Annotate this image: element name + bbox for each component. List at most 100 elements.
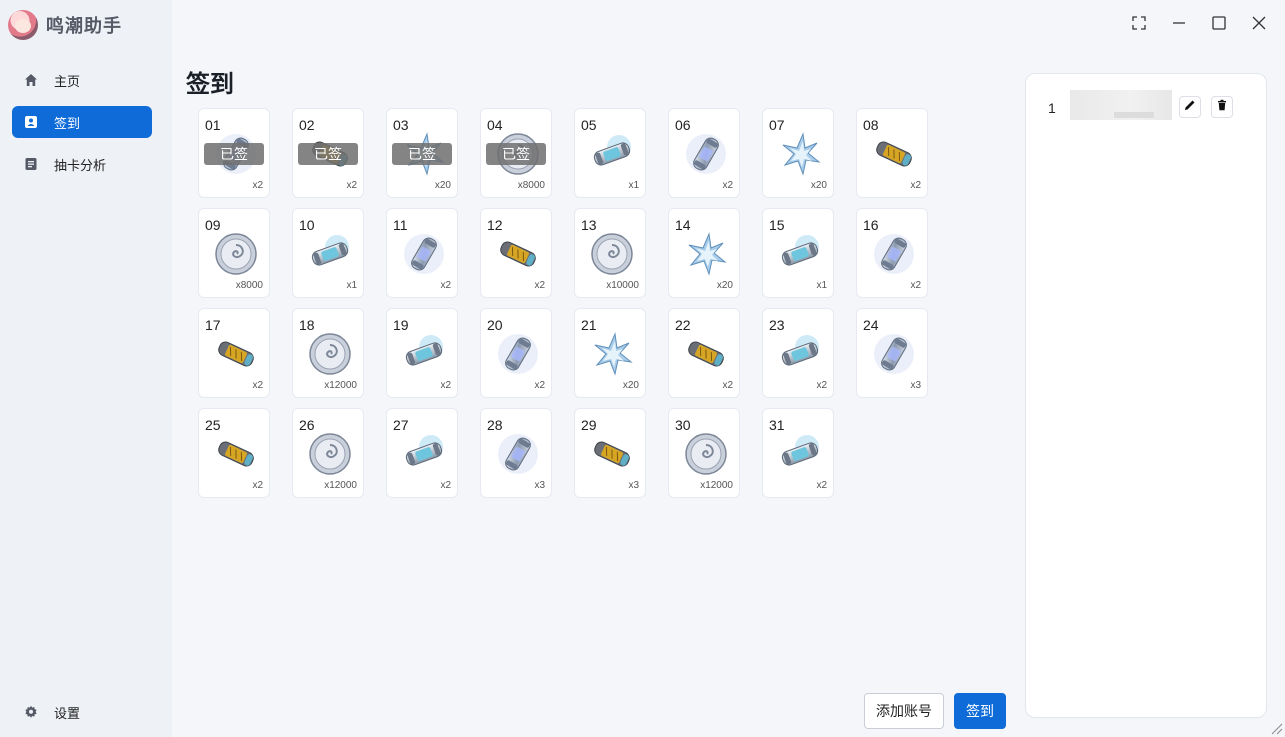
maximize-icon xyxy=(1212,15,1226,35)
blue-capsule-icon xyxy=(777,431,823,477)
reward-quantity: x8000 xyxy=(235,280,263,291)
gold-capsule-icon xyxy=(213,431,259,477)
reward-quantity: x2 xyxy=(252,180,263,191)
gold-capsule-icon xyxy=(495,231,541,277)
sidebar-item-gacha-analysis[interactable]: 抽卡分析 xyxy=(12,148,152,180)
day-cell[interactable]: 17 x2 xyxy=(198,308,270,398)
sidebar-item-label: 设置 xyxy=(54,705,81,721)
reward-quantity: x2 xyxy=(816,380,827,391)
shell-coin-icon xyxy=(683,431,729,477)
account-name-redacted xyxy=(1070,90,1172,120)
main-content: 签到 01 x2 已签 02 x2 已签 03 x20 已签 04 x8000 已签 05 x1 06 x2 0… xyxy=(172,0,1285,737)
shell-coin-icon xyxy=(589,231,635,277)
reward-quantity: x2 xyxy=(252,480,263,491)
day-cell[interactable]: 04 x8000 已签 xyxy=(480,108,552,198)
reward-quantity: x10000 xyxy=(606,280,639,291)
minimize-button[interactable] xyxy=(1168,14,1190,36)
day-cell[interactable]: 15 x1 xyxy=(762,208,834,298)
sign-in-button[interactable]: 签到 xyxy=(954,693,1006,729)
day-cell[interactable]: 25 x2 xyxy=(198,408,270,498)
shell-coin-icon xyxy=(213,231,259,277)
reward-quantity: x2 xyxy=(816,480,827,491)
day-cell[interactable]: 13 x10000 xyxy=(574,208,646,298)
silver-capsule-icon xyxy=(683,131,729,177)
silver-capsule-icon xyxy=(871,231,917,277)
reward-quantity: x2 xyxy=(534,380,545,391)
day-cell[interactable]: 20 x2 xyxy=(480,308,552,398)
maximize-button[interactable] xyxy=(1208,14,1230,36)
day-cell[interactable]: 01 x2 已签 xyxy=(198,108,270,198)
day-cell[interactable]: 12 x2 xyxy=(480,208,552,298)
shell-coin-icon xyxy=(307,331,353,377)
reward-quantity: x2 xyxy=(534,280,545,291)
day-cell[interactable]: 10 x1 xyxy=(292,208,364,298)
signed-badge: 已签 xyxy=(486,143,546,165)
day-cell[interactable]: 22 x2 xyxy=(668,308,740,398)
day-cell[interactable]: 14 x20 xyxy=(668,208,740,298)
reward-quantity: x2 xyxy=(440,480,451,491)
sidebar-item-label: 签到 xyxy=(54,115,81,131)
trash-icon xyxy=(1216,98,1228,116)
edit-account-button[interactable] xyxy=(1179,96,1201,118)
sidebar-nav: 主页 签到 抽卡分析 xyxy=(12,64,152,190)
day-cell[interactable]: 26 x12000 xyxy=(292,408,364,498)
sidebar-item-signin[interactable]: 签到 xyxy=(12,106,152,138)
day-cell[interactable]: 11 x2 xyxy=(386,208,458,298)
day-cell[interactable]: 30 x12000 xyxy=(668,408,740,498)
signed-badge: 已签 xyxy=(204,143,264,165)
add-account-button[interactable]: 添加账号 xyxy=(864,693,944,729)
close-button[interactable] xyxy=(1248,14,1270,36)
blue-capsule-icon xyxy=(307,231,353,277)
fullscreen-button[interactable] xyxy=(1128,14,1150,36)
day-cell[interactable]: 02 x2 已签 xyxy=(292,108,364,198)
reward-quantity: x3 xyxy=(628,480,639,491)
reward-quantity: x1 xyxy=(816,280,827,291)
star-crystal-icon xyxy=(589,331,635,377)
day-cell[interactable]: 29 x3 xyxy=(574,408,646,498)
delete-account-button[interactable] xyxy=(1211,96,1233,118)
reward-quantity: x20 xyxy=(716,280,733,291)
gold-capsule-icon xyxy=(213,331,259,377)
silver-capsule-icon xyxy=(495,331,541,377)
day-cell[interactable]: 06 x2 xyxy=(668,108,740,198)
star-crystal-icon xyxy=(683,231,729,277)
reward-quantity: x2 xyxy=(722,380,733,391)
day-cell[interactable]: 24 x3 xyxy=(856,308,928,398)
day-cell[interactable]: 16 x2 xyxy=(856,208,928,298)
app-title: 鸣潮助手 xyxy=(46,16,122,36)
day-cell[interactable]: 31 x2 xyxy=(762,408,834,498)
silver-capsule-icon xyxy=(871,331,917,377)
account-row[interactable]: 1 xyxy=(1048,90,1248,120)
day-cell[interactable]: 19 x2 xyxy=(386,308,458,398)
fullscreen-icon xyxy=(1132,15,1146,35)
signin-calendar: 01 x2 已签 02 x2 已签 03 x20 已签 04 x8000 已签 05 x1 06 x2 07 x2… xyxy=(198,108,928,498)
day-cell[interactable]: 07 x20 xyxy=(762,108,834,198)
gear-icon xyxy=(24,705,38,719)
day-cell[interactable]: 09 x8000 xyxy=(198,208,270,298)
reward-quantity: x2 xyxy=(252,380,263,391)
resize-grip-icon[interactable] xyxy=(1269,721,1283,735)
day-cell[interactable]: 21 x20 xyxy=(574,308,646,398)
reward-quantity: x20 xyxy=(810,180,827,191)
day-cell[interactable]: 05 x1 xyxy=(574,108,646,198)
sidebar-item-label: 主页 xyxy=(54,73,81,89)
blue-capsule-icon xyxy=(777,231,823,277)
sidebar-item-settings[interactable]: 设置 xyxy=(12,696,152,728)
silver-capsule-icon xyxy=(401,231,447,277)
reward-quantity: x12000 xyxy=(324,480,357,491)
gold-capsule-icon xyxy=(871,131,917,177)
reward-quantity: x3 xyxy=(910,380,921,391)
day-cell[interactable]: 27 x2 xyxy=(386,408,458,498)
day-cell[interactable]: 23 x2 xyxy=(762,308,834,398)
reward-quantity: x2 xyxy=(722,180,733,191)
sidebar: 鸣潮助手 主页 签到 抽卡分析 设置 xyxy=(0,0,172,737)
signed-badge: 已签 xyxy=(392,143,452,165)
day-cell[interactable]: 08 x2 xyxy=(856,108,928,198)
day-cell[interactable]: 28 x3 xyxy=(480,408,552,498)
sidebar-item-home[interactable]: 主页 xyxy=(12,64,152,96)
close-icon xyxy=(1252,16,1266,35)
day-cell[interactable]: 18 x12000 xyxy=(292,308,364,398)
day-cell[interactable]: 03 x20 已签 xyxy=(386,108,458,198)
shell-coin-icon xyxy=(307,431,353,477)
reward-quantity: x2 xyxy=(910,280,921,291)
